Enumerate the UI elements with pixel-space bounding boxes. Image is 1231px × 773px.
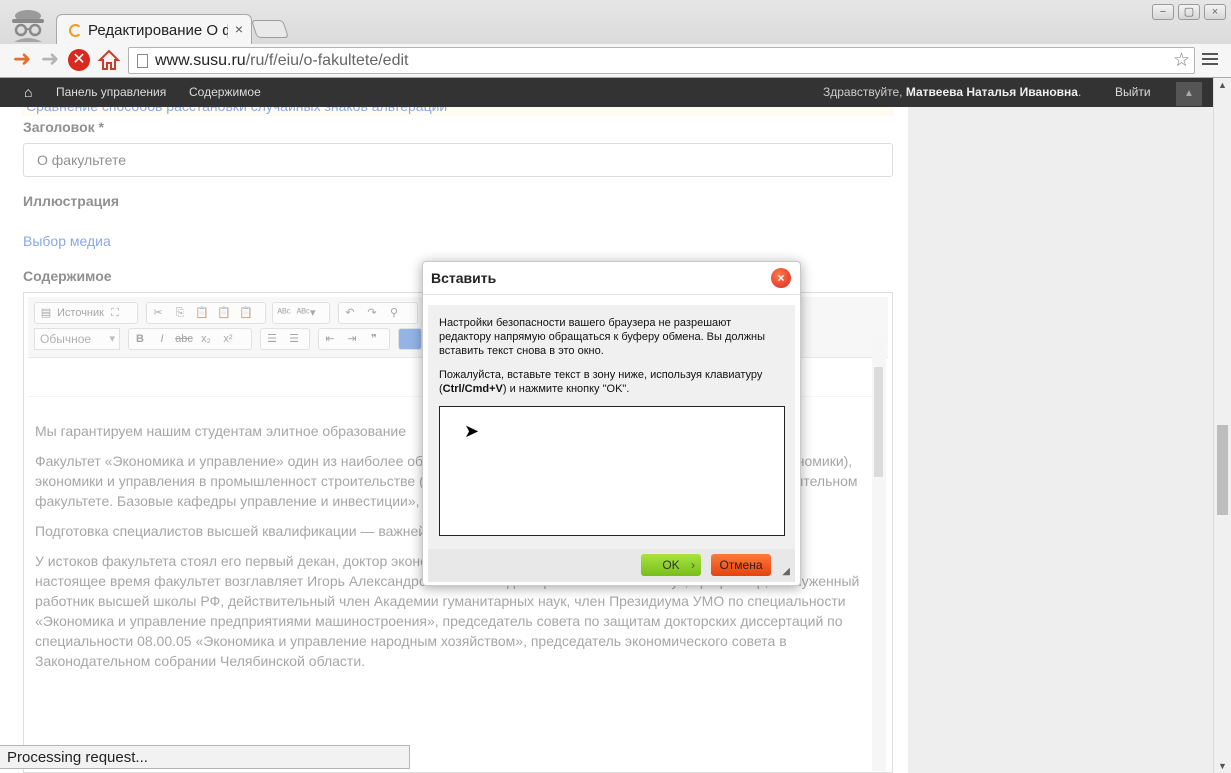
- window-maximize-button[interactable]: ▢: [1178, 4, 1200, 20]
- right-sidebar: [908, 78, 1213, 773]
- bold-icon[interactable]: B: [129, 329, 151, 349]
- title-input[interactable]: О факультете: [23, 143, 893, 177]
- paste-area[interactable]: ➤: [439, 406, 785, 536]
- admin-bar: ⌂ Панель управления Содержимое Здравству…: [0, 78, 1213, 107]
- editor-scrollbar[interactable]: [872, 337, 886, 771]
- indent-group: ⇤ ⇥ ❞: [318, 328, 390, 350]
- blockquote-icon[interactable]: ❞: [363, 329, 385, 349]
- dialog-message-security: Настройки безопасности вашего браузера н…: [439, 317, 766, 357]
- numbered-list-icon[interactable]: ☰: [261, 329, 283, 349]
- align-left-icon[interactable]: [398, 328, 422, 350]
- undo-icon[interactable]: ↶: [339, 303, 361, 323]
- italic-icon[interactable]: I: [151, 329, 173, 349]
- superscript-icon[interactable]: x²: [217, 329, 239, 349]
- tab-close-icon[interactable]: ×: [235, 21, 243, 37]
- strikethrough-icon[interactable]: abc: [173, 329, 195, 349]
- dialog-message-instructions: Пожалуйста, вставьте текст в зону ниже, …: [439, 369, 763, 395]
- browser-tab-active[interactable]: Редактирование О ф ×: [56, 14, 252, 44]
- dialog-footer: OK Отмена ◢: [428, 549, 795, 582]
- paste-icon[interactable]: 📋: [191, 303, 213, 323]
- list-group: ☰ ☰: [260, 328, 310, 350]
- url-text: www.susu.ru/ru/f/eiu/o-fakultete/edit: [155, 52, 409, 69]
- address-bar[interactable]: www.susu.ru/ru/f/eiu/o-fakultete/edit ☆: [128, 47, 1195, 74]
- admin-bar-collapse-icon[interactable]: ▲: [1176, 82, 1202, 106]
- dialog-title: Вставить: [431, 270, 497, 286]
- source-icon: ▤: [40, 307, 52, 319]
- scroll-down-icon[interactable]: ▼: [1218, 761, 1227, 771]
- browser-toolbar: ➜ ➜ ✕ www.susu.ru/ru/f/eiu/o-fakultete/e…: [0, 44, 1231, 77]
- incognito-icon: [12, 10, 44, 42]
- clipboard-group: ✂ ⎘ 📋 📋 📋: [146, 302, 266, 324]
- paste-text-icon[interactable]: 📋: [213, 303, 235, 323]
- page-scrollbar-thumb[interactable]: [1217, 425, 1228, 515]
- paste-word-icon[interactable]: 📋: [235, 303, 257, 323]
- source-button[interactable]: ▤ Источник ⛶: [34, 302, 138, 324]
- bookmark-star-icon[interactable]: ☆: [1173, 49, 1190, 72]
- format-select[interactable]: Обычное: [34, 328, 120, 350]
- spellcheck-group: ᴬᴮᶜ ᴬᴮᶜ▾: [272, 302, 330, 324]
- browser-chrome: Редактирование О ф × − ▢ × ➜ ➜ ✕ www.sus…: [0, 0, 1231, 78]
- loading-spinner-icon: [69, 24, 82, 37]
- undo-group: ↶ ↷ ⚲: [338, 302, 418, 324]
- spellcheck-icon[interactable]: ᴬᴮᶜ: [273, 303, 295, 323]
- indent-icon[interactable]: ⇥: [341, 329, 363, 349]
- subscript-icon[interactable]: x₂: [195, 329, 217, 349]
- admin-content-link[interactable]: Содержимое: [189, 85, 261, 99]
- resize-handle-icon[interactable]: ◢: [782, 566, 790, 577]
- admin-greeting: Здравствуйте, Матвеева Наталья Ивановна.: [823, 85, 1082, 99]
- find-icon[interactable]: ⚲: [383, 303, 405, 323]
- page-icon: [137, 54, 148, 68]
- dialog-close-icon[interactable]: ×: [771, 268, 791, 288]
- text-style-group: B Iabc x₂ x²: [128, 328, 252, 350]
- scroll-up-icon[interactable]: ▲: [1218, 80, 1227, 90]
- paste-dialog: Вставить × Настройки безопасности вашего…: [422, 261, 801, 586]
- admin-dashboard-link[interactable]: Панель управления: [56, 85, 166, 99]
- maximize-icon[interactable]: ⛶: [104, 303, 126, 323]
- admin-user-name: Матвеева Наталья Ивановна: [905, 85, 1078, 99]
- browser-menu-icon[interactable]: [1202, 50, 1218, 68]
- title-label: Заголовок *: [23, 119, 104, 135]
- window-minimize-button[interactable]: −: [1152, 4, 1174, 20]
- stop-loading-icon[interactable]: ✕: [68, 49, 90, 71]
- back-arrow-icon[interactable]: ➜: [10, 48, 34, 72]
- redo-icon[interactable]: ↷: [361, 303, 383, 323]
- cancel-button[interactable]: Отмена: [711, 554, 771, 576]
- admin-home-icon[interactable]: ⌂: [24, 84, 32, 100]
- select-media-link[interactable]: Выбор медиа: [23, 233, 111, 249]
- new-tab-button[interactable]: [251, 20, 289, 38]
- forward-arrow-icon[interactable]: ➜: [38, 48, 62, 72]
- status-bar: Processing request...: [0, 745, 410, 769]
- outdent-icon[interactable]: ⇤: [319, 329, 341, 349]
- tab-title: Редактирование О ф: [88, 22, 228, 39]
- ok-button[interactable]: OK: [641, 554, 701, 576]
- window-close-button[interactable]: ×: [1204, 4, 1226, 20]
- cut-icon[interactable]: ✂: [147, 303, 169, 323]
- spellcheck-dropdown-icon[interactable]: ᴬᴮᶜ▾: [295, 303, 317, 323]
- mouse-cursor-icon: ➤: [464, 421, 480, 441]
- home-icon[interactable]: [97, 48, 121, 72]
- content-label: Содержимое: [23, 268, 112, 284]
- bullet-list-icon[interactable]: ☰: [283, 329, 305, 349]
- dialog-body: Настройки безопасности вашего браузера н…: [428, 305, 795, 549]
- page-scrollbar[interactable]: ▲ ▼: [1213, 78, 1231, 773]
- copy-icon[interactable]: ⎘: [169, 303, 191, 323]
- logout-link[interactable]: Выйти: [1115, 85, 1151, 99]
- illustration-label: Иллюстрация: [23, 193, 119, 209]
